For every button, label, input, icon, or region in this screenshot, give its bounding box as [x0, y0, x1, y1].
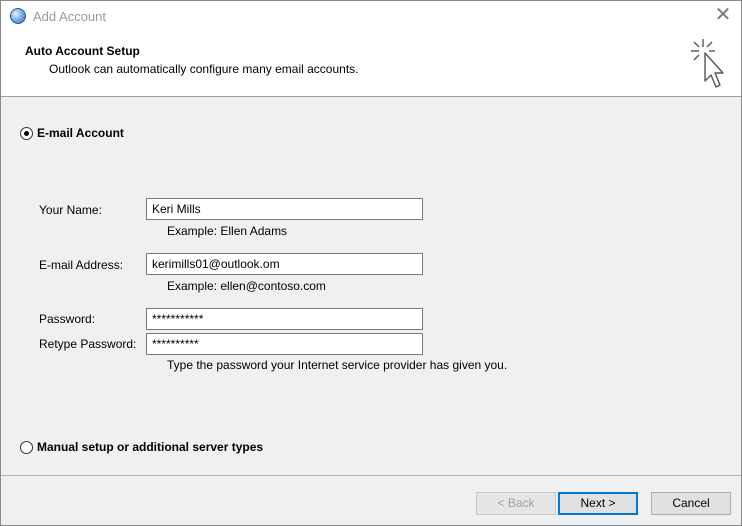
email-address-example: Example: ellen@contoso.com: [167, 279, 326, 293]
next-button[interactable]: Next >: [558, 492, 638, 515]
footer-divider: [1, 475, 741, 476]
retype-password-input[interactable]: **********: [146, 333, 423, 355]
cursor-sparkle-icon: [691, 39, 724, 88]
email-address-input[interactable]: kerimills01@outlook.om: [146, 253, 423, 275]
retype-password-label: Retype Password:: [39, 337, 137, 351]
page-subtitle: Outlook can automatically configure many…: [49, 62, 359, 76]
manual-setup-radio[interactable]: [20, 440, 33, 454]
manual-setup-option[interactable]: Manual setup or additional server types: [20, 440, 263, 454]
your-name-example: Example: Ellen Adams: [167, 224, 288, 238]
email-account-radio[interactable]: [20, 126, 33, 140]
email-account-label: E-mail Account: [37, 126, 124, 140]
outlook-globe-icon: [10, 8, 26, 24]
your-name-label: Your Name:: [39, 203, 102, 217]
password-input[interactable]: ***********: [146, 308, 423, 330]
title-bar: Add Account ✕: [1, 1, 741, 31]
add-account-dialog: Add Account ✕ Auto Account Setup Outlook…: [0, 0, 742, 526]
email-account-option[interactable]: E-mail Account: [20, 126, 124, 140]
email-address-label: E-mail Address:: [39, 258, 124, 272]
password-label: Password:: [39, 312, 96, 326]
your-name-input[interactable]: Keri Mills: [146, 198, 423, 220]
page-title: Auto Account Setup: [25, 44, 140, 58]
back-button[interactable]: < Back: [476, 492, 556, 515]
close-button[interactable]: ✕: [713, 5, 733, 26]
wizard-header: Auto Account Setup Outlook can automatic…: [1, 31, 741, 97]
window-title: Add Account: [33, 9, 106, 24]
password-hint: Type the password your Internet service …: [167, 358, 508, 372]
manual-setup-label: Manual setup or additional server types: [37, 440, 264, 454]
cancel-button[interactable]: Cancel: [651, 492, 731, 515]
